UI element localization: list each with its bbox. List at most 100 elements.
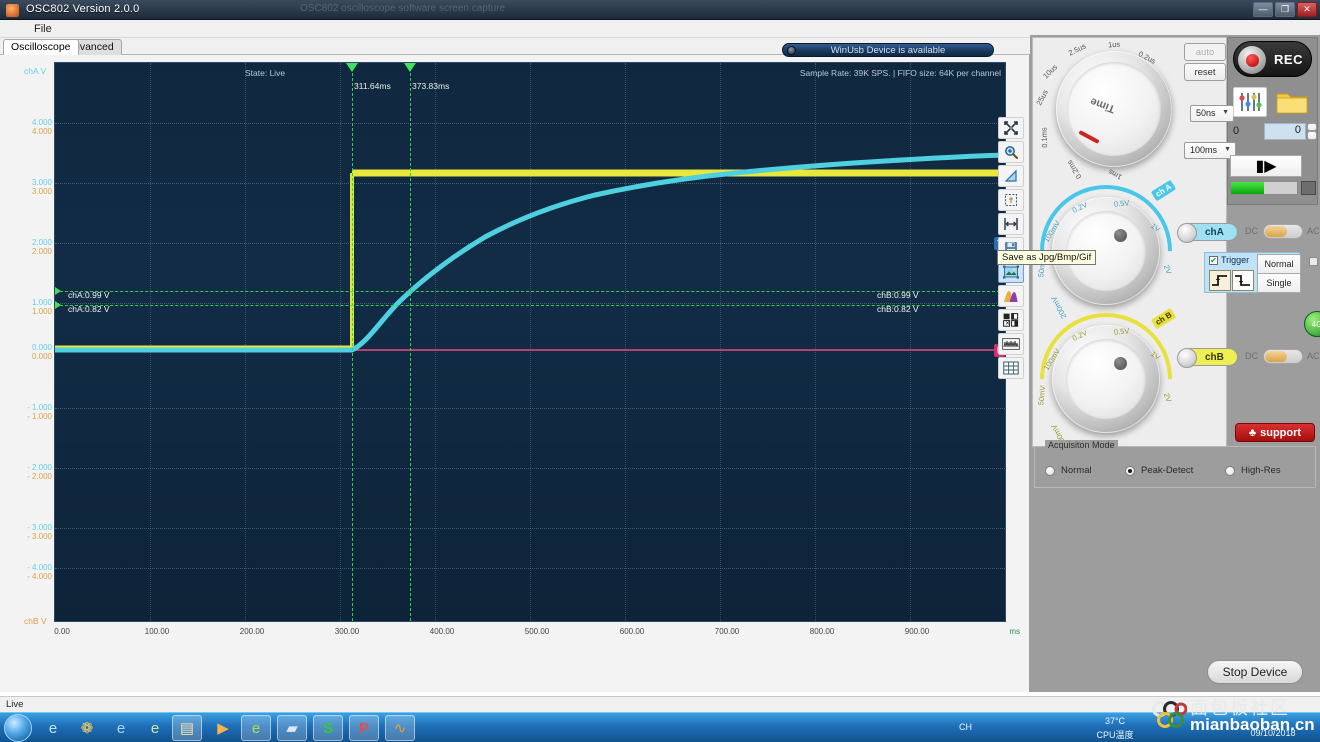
device-status-pill: WinUsb Device is available (782, 43, 994, 57)
browser-alt-icon[interactable]: e (106, 715, 136, 741)
radio-normal-label: Normal (1061, 465, 1092, 476)
menu-item-file[interactable]: File (28, 22, 58, 36)
play-button[interactable]: ▮▶ (1230, 155, 1302, 177)
auto-button[interactable]: auto (1184, 43, 1226, 61)
radio-normal[interactable] (1045, 466, 1055, 476)
plot-area: chA V chB V 4.000 4.000 3.000 3.000 2.00… (10, 60, 1018, 685)
cha-toggle-track[interactable]: chA (1182, 223, 1238, 241)
taskbar: e ❁ e e ▤ ▶ e ▰ S P ∿ CH ◆ ◉ ✦ 37°C CPU温… (0, 712, 1320, 742)
settings-sliders-icon[interactable] (1233, 87, 1267, 117)
chb-knob[interactable] (1052, 325, 1160, 433)
trigger-mode-single[interactable]: Single (1257, 273, 1301, 293)
chb-dc-label: DC (1245, 351, 1258, 361)
trigger-checkbox[interactable]: ✔ (1209, 256, 1218, 265)
stop-device-button[interactable]: Stop Device (1207, 660, 1303, 684)
rec-indicator-icon (1238, 46, 1266, 74)
window-buttons: — ❐ ✕ (1253, 2, 1317, 17)
trigger-mode-normal[interactable]: Normal (1257, 254, 1301, 274)
ie-icon[interactable]: e (140, 715, 170, 741)
fit-expand-icon[interactable] (998, 117, 1024, 139)
watermark-rings-icon (1148, 696, 1188, 734)
measure-width-icon[interactable] (998, 213, 1024, 235)
cha-toggle-knob[interactable] (1177, 223, 1197, 243)
x-tick-3: 300.00 (335, 627, 359, 636)
time-cursor-1-handle[interactable] (346, 63, 358, 72)
y-tick-chb-3: 3.000 (32, 187, 52, 196)
rising-edge-icon[interactable] (1209, 270, 1231, 291)
reset-button[interactable]: reset (1184, 63, 1226, 81)
glow-checkbox[interactable] (1309, 257, 1318, 266)
minimize-button[interactable]: — (1253, 2, 1273, 17)
y-tick-chb-2: 2.000 (32, 247, 52, 256)
voltage-cursor-2-handle[interactable] (54, 299, 61, 311)
title-bar: OSC802 Version 2.0.0 OSC802 oscilloscope… (0, 0, 1320, 20)
time-cursor-2[interactable] (410, 63, 411, 621)
tab-oscilloscope[interactable]: Oscilloscope (3, 39, 79, 55)
x-tick-1: 100.00 (145, 627, 169, 636)
time-cursor-1[interactable] (352, 63, 353, 621)
counter-input[interactable]: 0 (1264, 123, 1306, 140)
waveform-canvas[interactable]: State: Live Sample Rate: 39K SPS. | FIFO… (54, 62, 1006, 622)
chb-knob-pointer (1114, 357, 1127, 370)
wps-spreadsheet-icon[interactable]: S (313, 715, 343, 741)
support-button[interactable]: ♣ support (1235, 423, 1315, 442)
plot-tools-toolbar: ✕ (998, 117, 1024, 379)
x-tick-5: 500.00 (525, 627, 549, 636)
oscilloscope-app-icon[interactable]: ∿ (385, 715, 415, 741)
voltage-cursor-2[interactable] (55, 305, 1005, 306)
chb-toggle-track[interactable]: chB (1182, 348, 1238, 366)
status-text: Live (6, 699, 23, 710)
radio-peak-detect[interactable] (1125, 466, 1135, 476)
triangle-ruler-icon[interactable] (998, 165, 1024, 187)
time-cursor-2-handle[interactable] (404, 63, 416, 72)
counter-down-icon[interactable] (1307, 131, 1317, 140)
zoom-in-icon[interactable] (998, 141, 1024, 163)
cha-dc-label: DC (1245, 226, 1258, 236)
cha-tick-0-5v: 0.5V (1114, 198, 1130, 209)
timebase-combo-1[interactable]: 50ns ▼ (1190, 105, 1234, 122)
ie-browser-icon[interactable]: e (38, 715, 68, 741)
svg-text:✕: ✕ (1005, 321, 1010, 327)
math-grid-icon[interactable]: ✕ (998, 309, 1024, 331)
voltage-cursor-1[interactable] (55, 291, 1005, 292)
rec-button[interactable]: REC (1233, 41, 1312, 77)
y-tick-cha-m1: - 1.000 (27, 403, 52, 412)
counter-up-icon[interactable] (1307, 123, 1317, 131)
app-root: OSC802 Version 2.0.0 OSC802 oscilloscope… (0, 0, 1320, 742)
pdf-icon[interactable]: P (349, 715, 379, 741)
crop-frame-icon[interactable] (998, 189, 1024, 211)
play-icon: ▮▶ (1255, 156, 1276, 176)
progress-stop-icon[interactable] (1301, 181, 1316, 195)
start-orb-icon[interactable] (4, 714, 32, 742)
falling-edge-icon[interactable] (1232, 270, 1254, 291)
chevron-down-icon-1: ▼ (1222, 109, 1229, 116)
chb-knob-face[interactable] (1066, 339, 1146, 419)
y-tick-cha-m4: - 4.000 (27, 563, 52, 572)
table-grid-icon[interactable] (998, 357, 1024, 379)
waveform-icon[interactable] (998, 333, 1024, 355)
timebase-combo-1-value: 50ns (1196, 108, 1216, 118)
buffer-progress-bar (1230, 181, 1298, 195)
green-browser-icon[interactable]: e (241, 715, 271, 741)
ebook-icon[interactable]: ▰ (277, 715, 307, 741)
radio-high-res[interactable] (1225, 466, 1235, 476)
voltage-cursor-1-handle[interactable] (54, 285, 61, 297)
open-folder-icon[interactable] (1274, 87, 1310, 117)
notepad-icon[interactable]: ▤ (172, 715, 202, 741)
close-button[interactable]: ✕ (1297, 2, 1317, 17)
media-player-icon[interactable]: ▶ (208, 715, 238, 741)
chb-toggle-knob[interactable] (1177, 348, 1197, 368)
windows-update-icon[interactable]: ❁ (72, 715, 102, 741)
time-knob[interactable]: Time (1056, 51, 1172, 167)
y-tick-chb-1: 1.000 (32, 307, 52, 316)
radio-high-res-label: High-Res (1241, 465, 1281, 476)
help-badge-icon[interactable]: 4G (1304, 311, 1320, 337)
ime-indicator[interactable]: CH (959, 722, 972, 732)
chb-coupling-toggle[interactable] (1263, 349, 1303, 364)
maximize-button[interactable]: ❐ (1275, 2, 1295, 17)
cha-coupling-toggle[interactable] (1263, 224, 1303, 239)
counter-left: 0 (1233, 125, 1239, 137)
timebase-combo-2[interactable]: 100ms ▼ (1184, 142, 1236, 159)
persistence-icon[interactable] (998, 285, 1024, 307)
time-cursor-1-label: 311.64ms (354, 81, 391, 91)
